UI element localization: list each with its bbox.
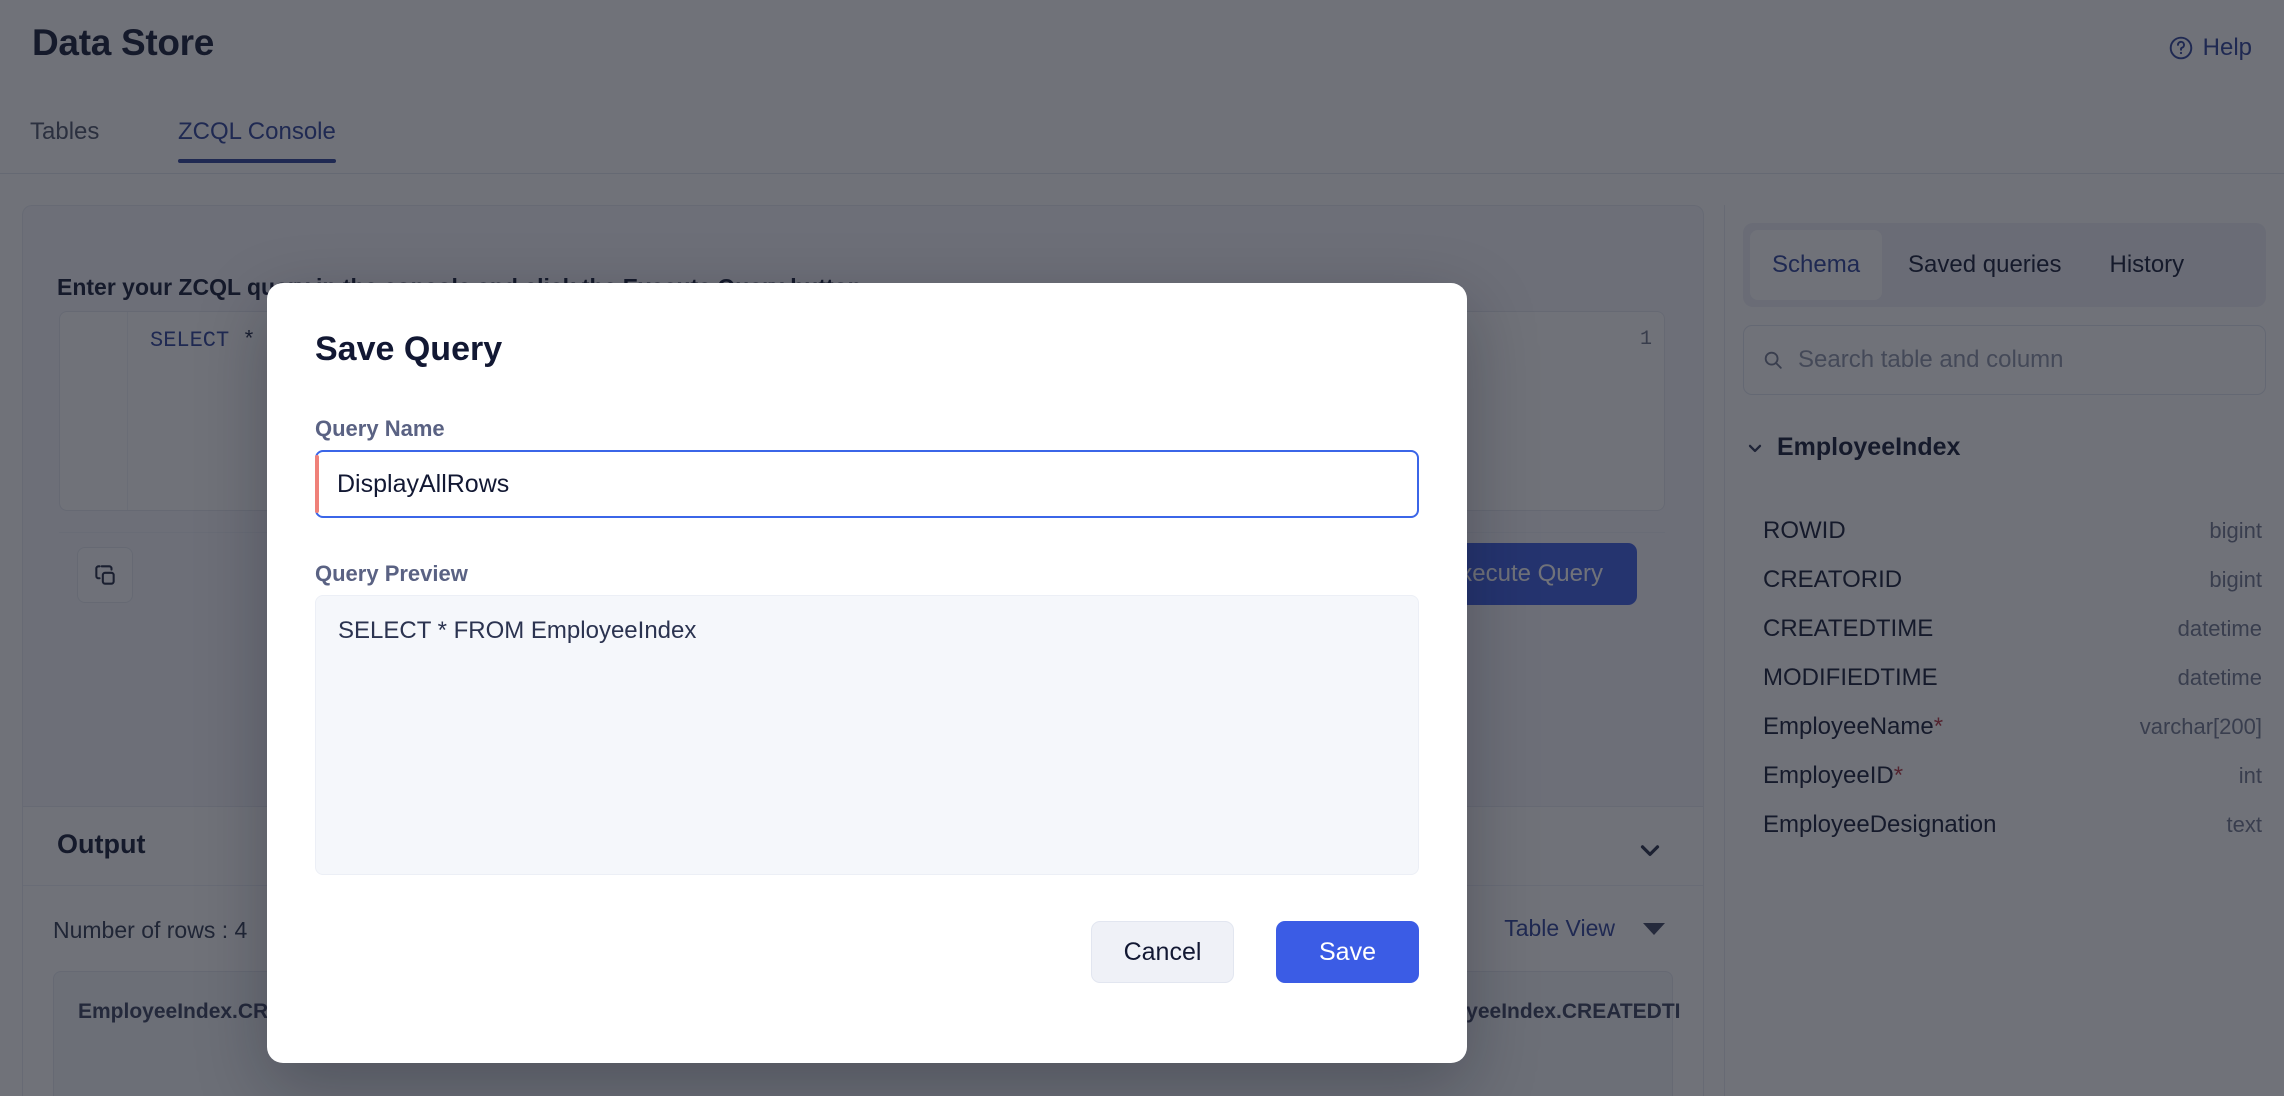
query-name-field[interactable] [315, 450, 1419, 518]
dialog-title: Save Query [315, 330, 503, 368]
query-name-input[interactable] [315, 450, 1419, 518]
cancel-button[interactable]: Cancel [1091, 921, 1234, 983]
query-preview-box: SELECT * FROM EmployeeIndex [315, 595, 1419, 875]
save-query-dialog: Save Query Query Name Query Preview SELE… [267, 283, 1467, 1063]
required-indicator-bar [315, 455, 319, 513]
save-button[interactable]: Save [1276, 921, 1419, 983]
dialog-actions: Cancel Save [1091, 921, 1419, 983]
query-preview-text: SELECT * FROM EmployeeIndex [338, 617, 697, 644]
query-preview-label: Query Preview [315, 561, 468, 586]
query-name-label: Query Name [315, 416, 445, 441]
